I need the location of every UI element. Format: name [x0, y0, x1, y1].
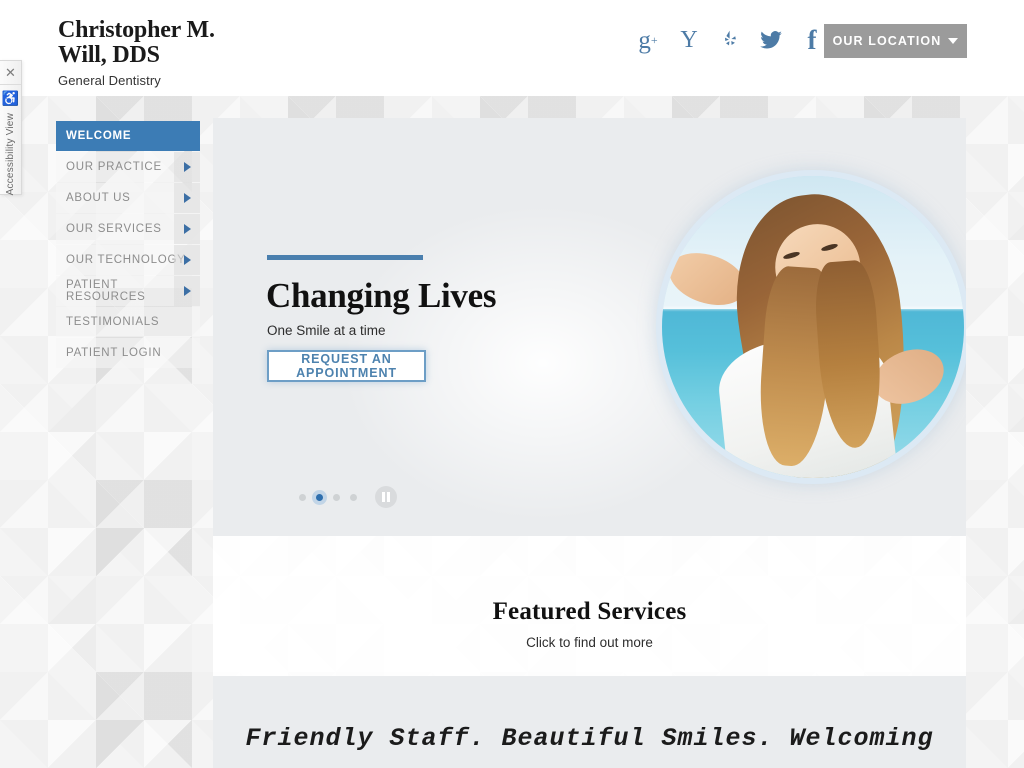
sidebar-item-our-services[interactable]: OUR SERVICES	[56, 214, 200, 244]
sidebar-item-our-technology[interactable]: OUR TECHNOLOGY	[56, 245, 200, 275]
tagline-panel: Friendly Staff. Beautiful Smiles. Welcom…	[213, 676, 966, 768]
hero-subtitle: One Smile at a time	[267, 323, 386, 338]
sidebar-item-testimonials[interactable]: TESTIMONIALS	[56, 307, 200, 337]
submenu-arrow-icon[interactable]	[174, 245, 200, 275]
social-links: g + Y f	[636, 26, 824, 53]
sidebar-item-welcome[interactable]: WELCOME	[56, 121, 200, 151]
submenu-arrow-icon[interactable]	[174, 183, 200, 213]
sidebar-item-label: OUR PRACTICE	[66, 161, 162, 173]
close-icon[interactable]: ✕	[0, 61, 21, 85]
sidebar-item-about-us[interactable]: ABOUT US	[56, 183, 200, 213]
page-root: Christopher M. Will, DDS General Dentist…	[0, 0, 1024, 768]
accessibility-view-label[interactable]: Accessibility View	[5, 113, 16, 195]
sidebar-item-label: OUR TECHNOLOGY	[66, 254, 186, 266]
site-header: Christopher M. Will, DDS General Dentist…	[0, 0, 1024, 96]
accessibility-view-widget[interactable]: ✕ ♿ Accessibility View	[0, 60, 22, 195]
featured-services-section: Featured Services Click to find out more	[213, 536, 966, 676]
hero-accent-rule	[267, 255, 423, 260]
request-appointment-button[interactable]: REQUEST AN APPOINTMENT	[267, 350, 426, 382]
featured-services-title: Featured Services	[492, 598, 687, 625]
pause-icon[interactable]	[375, 486, 397, 508]
brand-name: Christopher M. Will, DDS	[58, 17, 215, 68]
tagline-text: Friendly Staff. Beautiful Smiles. Welcom…	[245, 724, 934, 768]
hero-title: Changing Lives	[266, 276, 497, 315]
sidebar-navigation: WELCOME OUR PRACTICE ABOUT US OUR SERVIC…	[56, 121, 200, 369]
yelp-icon[interactable]	[718, 27, 742, 53]
hero-photo	[656, 170, 966, 484]
sidebar-item-label: PATIENT LOGIN	[66, 347, 162, 359]
hero-photo-artwork	[662, 176, 964, 478]
sidebar-item-label: ABOUT US	[66, 192, 131, 204]
google-plus-icon[interactable]: g +	[636, 27, 660, 53]
carousel-dot-2[interactable]	[316, 493, 323, 501]
sidebar-item-our-practice[interactable]: OUR PRACTICE	[56, 152, 200, 182]
twitter-icon[interactable]	[759, 27, 783, 53]
carousel-controls	[299, 486, 397, 508]
brand[interactable]: Christopher M. Will, DDS General Dentist…	[58, 17, 248, 89]
our-location-label: OUR LOCATION	[832, 34, 942, 48]
sidebar-item-patient-login[interactable]: PATIENT LOGIN	[56, 338, 200, 368]
sidebar-item-label: WELCOME	[66, 130, 132, 142]
carousel-dot-1[interactable]	[299, 493, 306, 501]
sidebar-item-patient-resources[interactable]: PATIENT RESOURCES	[56, 276, 200, 306]
sidebar-item-label: OUR SERVICES	[66, 223, 162, 235]
sidebar-item-label: TESTIMONIALS	[66, 316, 160, 328]
chevron-down-icon	[948, 38, 959, 44]
yahoo-icon[interactable]: Y	[677, 27, 701, 53]
submenu-arrow-icon[interactable]	[174, 152, 200, 182]
featured-services-subtitle: Click to find out more	[526, 635, 653, 650]
carousel-dot-4[interactable]	[350, 493, 357, 501]
submenu-arrow-icon[interactable]	[174, 276, 200, 306]
submenu-arrow-icon[interactable]	[174, 214, 200, 244]
our-location-button[interactable]: OUR LOCATION	[824, 24, 967, 58]
brand-tagline: General Dentistry	[58, 73, 161, 88]
carousel-dot-3[interactable]	[333, 493, 340, 501]
wheelchair-icon[interactable]: ♿	[0, 85, 21, 111]
facebook-icon[interactable]: f	[800, 26, 824, 53]
hero-carousel: Changing Lives One Smile at a time REQUE…	[213, 118, 966, 536]
